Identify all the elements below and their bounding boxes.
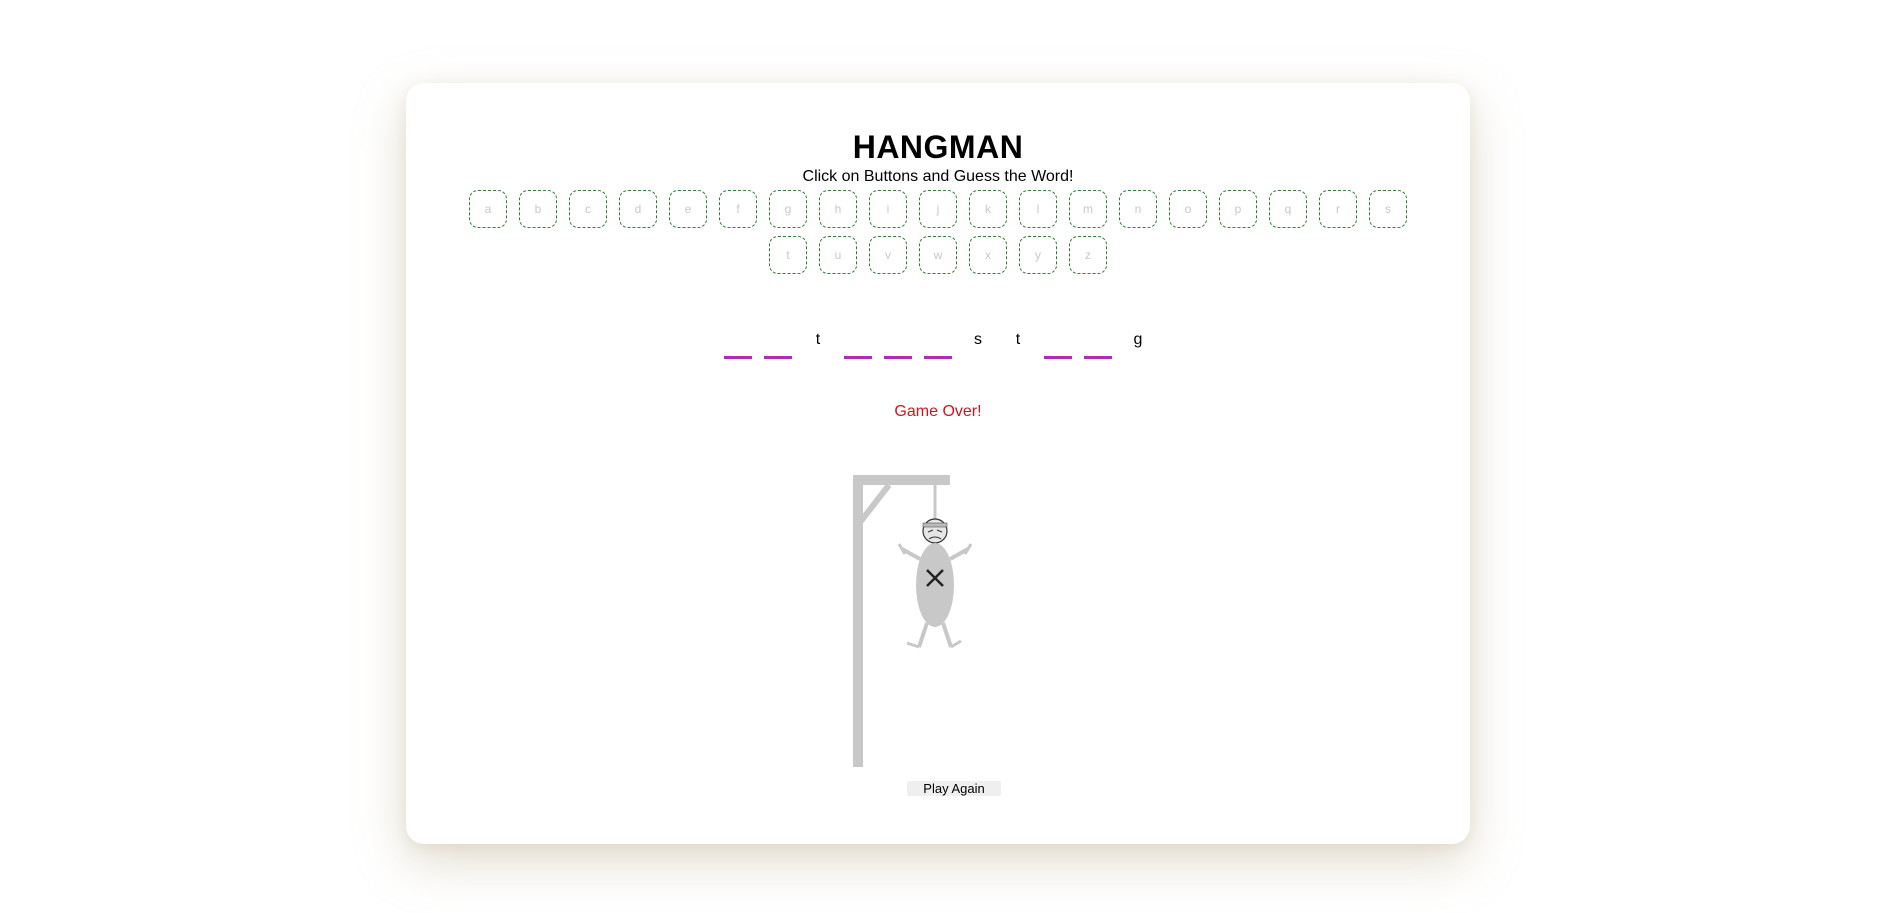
blank-dash — [924, 356, 952, 359]
letter-key-g[interactable]: g — [769, 190, 807, 228]
word-slot: t — [804, 331, 832, 361]
word-slot: s — [964, 331, 992, 361]
word-slot — [1084, 331, 1112, 361]
word-slot: g — [1124, 331, 1152, 361]
word-letter: t — [815, 331, 821, 348]
letter-key-m[interactable]: m — [1069, 190, 1107, 228]
letter-key-y[interactable]: y — [1019, 236, 1057, 274]
letter-key-r[interactable]: r — [1319, 190, 1357, 228]
word-slot — [924, 331, 952, 361]
word-letter: g — [1133, 331, 1143, 348]
letter-key-n[interactable]: n — [1119, 190, 1157, 228]
blank-dash — [844, 356, 872, 359]
blank-dash — [1084, 356, 1112, 359]
blank-dash — [764, 356, 792, 359]
letter-key-x[interactable]: x — [969, 236, 1007, 274]
word-slot: t — [1004, 331, 1032, 361]
instructions: Click on Buttons and Guess the Word! — [802, 168, 1074, 185]
letter-key-p[interactable]: p — [1219, 190, 1257, 228]
letter-key-s[interactable]: s — [1369, 190, 1407, 228]
gallows-brace — [858, 483, 892, 523]
blank-dash — [724, 356, 752, 359]
word-slot — [724, 331, 752, 361]
letter-key-w[interactable]: w — [919, 236, 957, 274]
letter-key-q[interactable]: q — [1269, 190, 1307, 228]
letter-key-j[interactable]: j — [919, 190, 957, 228]
hanged-man-icon — [897, 518, 973, 649]
letter-key-o[interactable]: o — [1169, 190, 1207, 228]
word-slot — [884, 331, 912, 361]
letter-key-h[interactable]: h — [819, 190, 857, 228]
letter-key-u[interactable]: u — [819, 236, 857, 274]
page-title: HANGMAN — [852, 129, 1024, 165]
letter-keyboard: abcdefghijklmnopqrs tuvwxyz — [466, 190, 1410, 274]
letter-key-b[interactable]: b — [519, 190, 557, 228]
word-display: tstg — [406, 331, 1470, 361]
word-slot — [844, 331, 872, 361]
letter-key-c[interactable]: c — [569, 190, 607, 228]
letter-key-a[interactable]: a — [469, 190, 507, 228]
letter-key-z[interactable]: z — [1069, 236, 1107, 274]
letter-key-d[interactable]: d — [619, 190, 657, 228]
blank-dash — [1044, 356, 1072, 359]
game-status: Game Over! — [894, 403, 982, 420]
letter-key-e[interactable]: e — [669, 190, 707, 228]
letter-key-t[interactable]: t — [769, 236, 807, 274]
word-letter: t — [1015, 331, 1021, 348]
play-again-button[interactable]: Play Again — [907, 781, 1001, 796]
word-slot — [1044, 331, 1072, 361]
game-card: HANGMAN Click on Buttons and Guess the W… — [406, 83, 1470, 844]
letter-key-f[interactable]: f — [719, 190, 757, 228]
blank-dash — [884, 356, 912, 359]
letter-key-v[interactable]: v — [869, 236, 907, 274]
gallows-beam — [853, 475, 950, 485]
gallows-icon — [853, 475, 973, 767]
letter-key-k[interactable]: k — [969, 190, 1007, 228]
word-letter: s — [974, 331, 982, 348]
word-slot — [764, 331, 792, 361]
letter-key-l[interactable]: l — [1019, 190, 1057, 228]
letter-key-i[interactable]: i — [869, 190, 907, 228]
